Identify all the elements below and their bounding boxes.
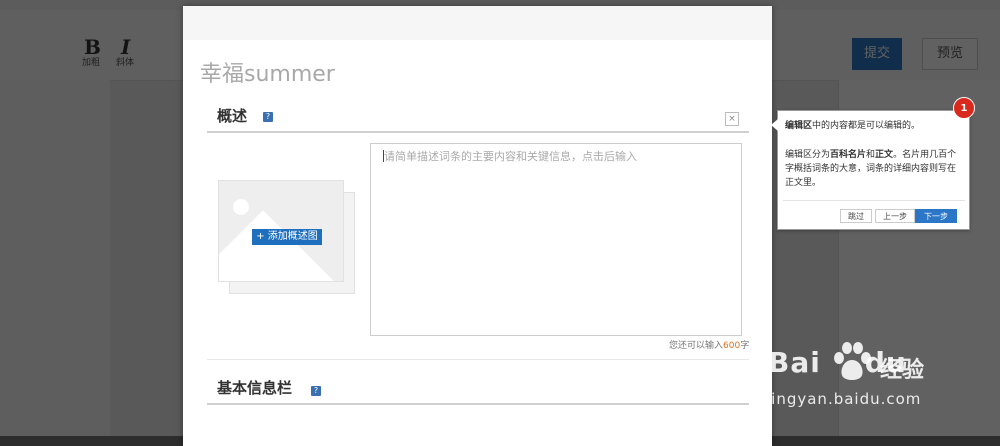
tooltip-divider	[783, 200, 965, 201]
tooltip-line-1: 编辑区中的内容都是可以编辑的。	[785, 119, 963, 133]
tooltip-line-2: 编辑区分为百科名片和正文。名片用几百个字概括词条的大意，词条的详细内容则写在正文…	[785, 148, 963, 190]
tooltip-text: 中的内容都是可以编辑的。	[812, 121, 921, 131]
watermark-cn: 经验	[880, 358, 925, 383]
guide-tooltip: 编辑区中的内容都是可以编辑的。 编辑区分为百科名片和正文。名片用几百个字概括词条…	[771, 110, 970, 230]
tooltip-arrow	[771, 119, 778, 131]
placeholder-text: 请简单描述词条的主要内容和关键信息，点击后输入	[384, 150, 637, 163]
baidu-paw-icon	[834, 342, 871, 380]
mountain-shape	[219, 210, 334, 281]
help-icon[interactable]: ?	[263, 112, 273, 122]
step-badge: 1	[953, 97, 975, 119]
tooltip-bold-body: 正文	[875, 150, 894, 160]
watermark-brand-bai: Bai	[768, 346, 821, 379]
counter-prefix: 您还可以输入	[669, 341, 724, 351]
basic-info-section-header: 基本信息栏 ?	[207, 377, 749, 405]
summary-section-title: 概述	[217, 107, 248, 125]
tooltip-text: 和	[866, 150, 876, 160]
tooltip-bold-card: 百科名片	[830, 150, 867, 160]
section-divider	[207, 359, 749, 360]
sun-shape	[233, 199, 249, 215]
basic-info-section-title: 基本信息栏	[217, 379, 293, 397]
tooltip-text: 编辑区分为	[785, 150, 831, 160]
next-step-button[interactable]: 下一步	[915, 209, 957, 223]
add-summary-image-button[interactable]: + 添加概述图	[252, 229, 322, 245]
summary-section-header: 概述 ?	[207, 105, 749, 133]
prev-step-button[interactable]: 上一步	[875, 209, 915, 223]
skip-button[interactable]: 跳过	[840, 209, 872, 223]
tooltip-bold-edit-area: 编辑区	[785, 121, 813, 131]
counter-suffix: 字	[740, 341, 750, 351]
close-icon[interactable]: ×	[725, 112, 739, 126]
help-icon[interactable]: ?	[311, 386, 321, 396]
summary-placeholder: 请简单描述词条的主要内容和关键信息，点击后输入	[383, 148, 637, 164]
char-counter: 您还可以输入600字	[669, 338, 749, 351]
summary-textarea[interactable]: 请简单描述词条的主要内容和关键信息，点击后输入	[370, 143, 742, 336]
page-title: 幸福summer	[200, 62, 335, 87]
watermark-url: jingyan.baidu.com	[766, 390, 922, 408]
modal-header-strip	[183, 6, 772, 40]
edit-modal: 幸福summer 概述 ? × + 添加概述图 请简单描述词条的主要内容和关键信…	[183, 6, 772, 446]
counter-number: 600	[723, 341, 741, 351]
